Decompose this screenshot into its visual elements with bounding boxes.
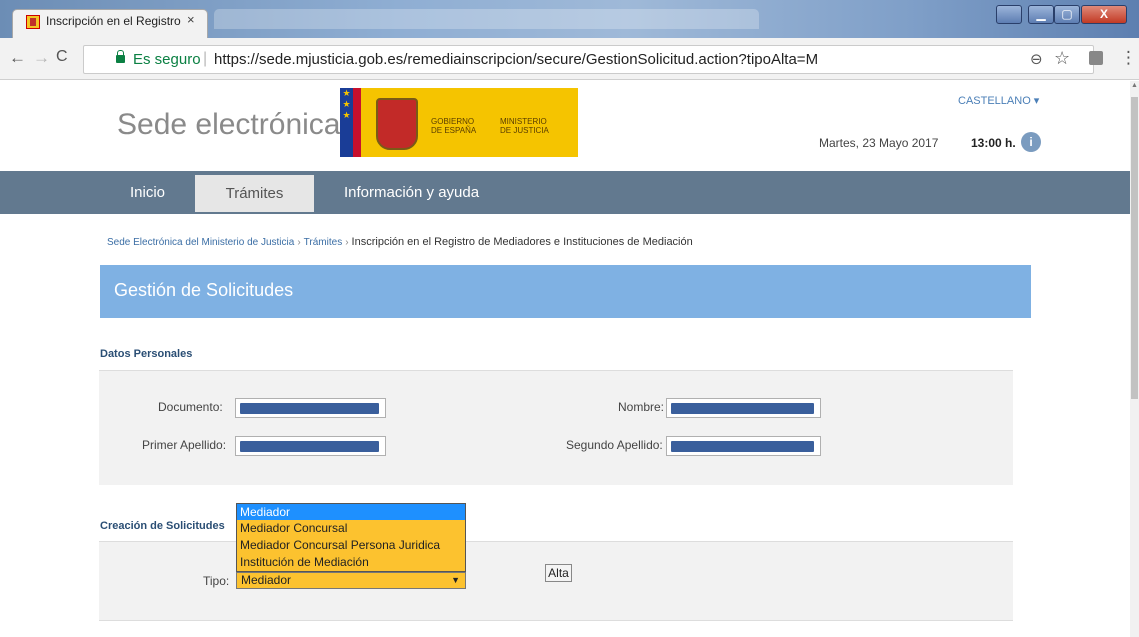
- dropdown-arrow-icon[interactable]: ▼: [451, 573, 460, 588]
- zoom-icon[interactable]: ⊖: [1030, 50, 1043, 68]
- window-close-button[interactable]: X: [1081, 5, 1127, 24]
- logo-ministerio-text: MINISTERIO DE JUSTICIA: [500, 117, 549, 135]
- tab-title[interactable]: Inscripción en el Registro: [46, 14, 181, 28]
- tab-close-icon[interactable]: ×: [187, 12, 195, 27]
- dropdown-option-mediador-concursal[interactable]: Mediador Concursal: [237, 520, 465, 536]
- tipo-label: Tipo:: [203, 574, 230, 588]
- page-title: Gestión de Solicitudes: [114, 280, 294, 300]
- browser-tab-inactive[interactable]: [214, 9, 759, 29]
- url-separator: |: [203, 50, 208, 67]
- nav-item-informacion[interactable]: Información y ayuda: [344, 176, 479, 209]
- reload-icon[interactable]: C: [56, 48, 68, 66]
- alta-button[interactable]: Alta: [545, 564, 572, 582]
- extension-icon[interactable]: [1089, 51, 1103, 65]
- window-user-button[interactable]: [996, 5, 1022, 24]
- favicon-icon: [26, 15, 40, 29]
- tipo-selected-value: Mediador: [241, 573, 292, 587]
- segundo-apellido-field[interactable]: [666, 436, 821, 456]
- nav-item-inicio[interactable]: Inicio: [130, 176, 165, 209]
- divider: [99, 620, 1013, 621]
- primer-apellido-field[interactable]: [235, 436, 386, 456]
- documento-field[interactable]: [235, 398, 386, 418]
- section-title-creacion-solicitudes: Creación de Solicitudes: [100, 520, 225, 532]
- site-title[interactable]: Sede electrónica: [117, 108, 340, 142]
- breadcrumb-separator: ›: [345, 237, 349, 248]
- breadcrumb-link-sede[interactable]: Sede Electrónica del Ministerio de Justi…: [107, 237, 294, 248]
- datos-personales-panel: [99, 370, 1013, 485]
- section-title-datos-personales: Datos Personales: [100, 348, 193, 360]
- dropdown-option-institucion-mediacion[interactable]: Institución de Mediación: [237, 554, 465, 570]
- nombre-field[interactable]: [666, 398, 821, 418]
- lock-icon: [116, 50, 125, 63]
- main-navigation: [0, 171, 1130, 214]
- info-icon[interactable]: i: [1021, 132, 1041, 152]
- flag-stripe: [353, 88, 361, 157]
- redacted-value: [240, 441, 379, 452]
- primer-apellido-label: Primer Apellido:: [142, 438, 227, 452]
- window-minimize-button[interactable]: ▁: [1028, 5, 1054, 24]
- current-time: 13:00 h.: [971, 136, 1016, 150]
- segundo-apellido-label: Segundo Apellido:: [566, 438, 663, 452]
- url-text[interactable]: https://sede.mjusticia.gob.es/remediains…: [214, 51, 818, 68]
- forward-icon[interactable]: →: [33, 48, 50, 68]
- redacted-value: [671, 441, 814, 452]
- scrollbar-thumb[interactable]: [1131, 97, 1138, 399]
- breadcrumb: Sede Electrónica del Ministerio de Justi…: [107, 236, 693, 248]
- dropdown-option-mediador[interactable]: Mediador: [237, 504, 465, 520]
- documento-label: Documento:: [158, 400, 223, 414]
- redacted-value: [240, 403, 379, 414]
- window-maximize-button[interactable]: ▢: [1054, 5, 1080, 24]
- breadcrumb-link-tramites[interactable]: Trámites: [304, 237, 343, 248]
- breadcrumb-current: Inscripción en el Registro de Mediadores…: [351, 236, 693, 248]
- language-selector[interactable]: CASTELLANO ▾: [958, 94, 1039, 107]
- breadcrumb-separator: ›: [297, 237, 301, 248]
- nombre-label: Nombre:: [618, 400, 665, 414]
- logo-gobierno-text: GOBIERNO DE ESPAÑA: [431, 117, 477, 135]
- nav-item-tramites[interactable]: Trámites: [195, 175, 314, 212]
- redacted-value: [671, 403, 814, 414]
- tipo-select[interactable]: Mediador ▼: [236, 572, 466, 589]
- browser-menu-icon[interactable]: ⋮: [1120, 48, 1137, 68]
- tipo-dropdown-list: Mediador Mediador Concursal Mediador Con…: [236, 503, 466, 572]
- dropdown-option-mediador-concursal-persona-juridica[interactable]: Mediador Concursal Persona Juridica: [237, 537, 465, 553]
- secure-label[interactable]: Es seguro: [133, 51, 201, 68]
- back-icon[interactable]: ←: [9, 48, 26, 68]
- current-date: Martes, 23 Mayo 2017: [819, 136, 939, 150]
- coat-of-arms-icon: [376, 98, 418, 150]
- eu-flag-icon: ★ ★ ★: [340, 88, 353, 157]
- scroll-up-icon[interactable]: ▲: [1131, 82, 1138, 89]
- bookmark-star-icon[interactable]: ☆: [1054, 48, 1070, 69]
